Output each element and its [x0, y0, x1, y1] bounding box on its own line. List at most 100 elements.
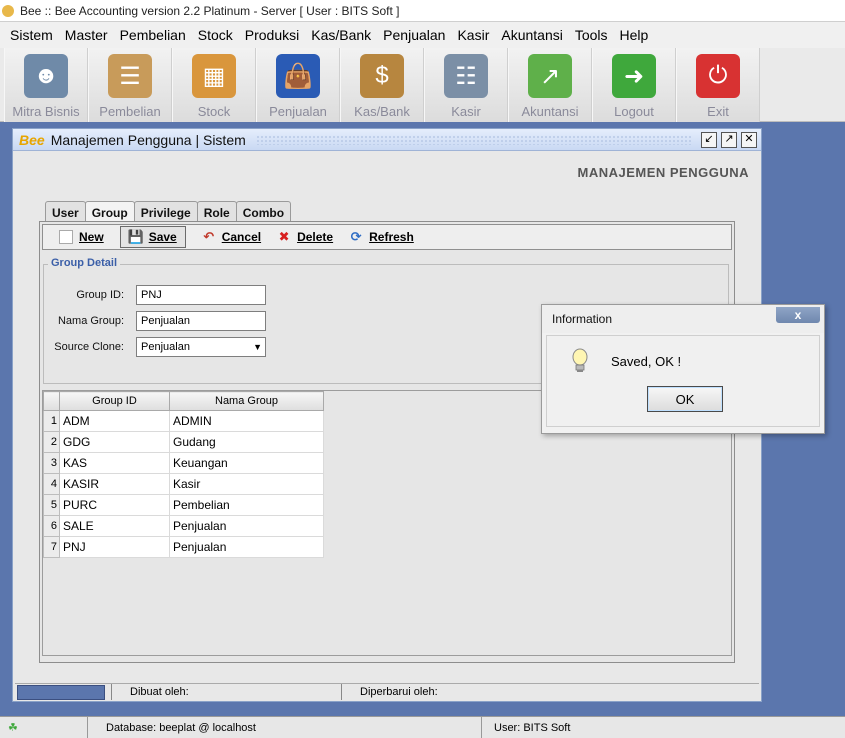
close-icon[interactable]: ✕: [741, 131, 757, 148]
save-button[interactable]: 💾 Save: [119, 226, 186, 248]
cancel-button[interactable]: ↶ Cancel: [202, 226, 261, 248]
refresh-button[interactable]: ⟳ Refresh: [349, 226, 414, 248]
chevron-down-icon: ▼: [253, 342, 262, 352]
table-row[interactable]: 2 GDG Gudang: [43, 431, 324, 453]
window-titlebar: Bee :: Bee Accounting version 2.2 Platin…: [0, 0, 845, 22]
maximize-icon[interactable]: ↗: [721, 131, 737, 148]
table-row[interactable]: 5 PURC Pembelian: [43, 494, 324, 516]
tab-privilege[interactable]: Privilege: [133, 201, 198, 223]
main-toolbar: ☻ Mitra Bisnis ☰ Pembelian ▦ Stock 👜 Pen…: [0, 48, 845, 122]
new-button[interactable]: New: [59, 226, 104, 248]
cell-nama-group[interactable]: Pembelian: [169, 494, 324, 516]
leaf-icon: ☘: [8, 722, 18, 734]
table-row[interactable]: 7 PNJ Penjualan: [43, 536, 324, 558]
frame-titlebar: Bee Manajemen Pengguna | Sistem ↙ ↗ ✕: [13, 129, 761, 151]
table-row[interactable]: 3 KAS Keuangan: [43, 452, 324, 474]
ok-button[interactable]: OK: [647, 386, 723, 412]
menu-tools[interactable]: Tools: [569, 27, 614, 43]
source-clone-value: Penjualan: [141, 341, 190, 353]
menu-akuntansi[interactable]: Akuntansi: [495, 27, 568, 43]
cell-group-id[interactable]: ADM: [59, 410, 170, 432]
menu-kas-bank[interactable]: Kas/Bank: [305, 27, 377, 43]
nama-group-row: Nama Group: Penjualan: [44, 311, 266, 331]
row-number: 5: [43, 494, 60, 516]
dialog-title: Information: [552, 312, 613, 326]
tab-strip: User Group Privilege Role Combo: [45, 201, 292, 223]
menu-sistem[interactable]: Sistem: [4, 27, 59, 43]
nama-group-input[interactable]: Penjualan: [136, 311, 266, 331]
dialog-message: Saved, OK !: [611, 354, 682, 369]
updated-by: Diperbarui oleh:: [341, 684, 741, 700]
cell-group-id[interactable]: GDG: [59, 431, 170, 453]
frame-status-bar: Dibuat oleh: Diperbarui oleh:: [15, 683, 759, 700]
cell-nama-group[interactable]: Penjualan: [169, 536, 324, 558]
toolbar-label: Pembelian: [99, 104, 161, 119]
logout-icon: ➜: [612, 54, 656, 98]
menu-produksi[interactable]: Produksi: [239, 27, 305, 43]
bee-logo: Bee: [19, 131, 45, 148]
toolbar-penjualan-button[interactable]: 👜 Penjualan: [256, 48, 340, 122]
cell-group-id[interactable]: PNJ: [59, 536, 170, 558]
toolbar-label: Penjualan: [269, 104, 327, 119]
cell-nama-group[interactable]: Kasir: [169, 473, 324, 495]
toolbar-exit-button[interactable]: ⏻ Exit: [676, 48, 760, 122]
toolbar-pembelian-button[interactable]: ☰ Pembelian: [88, 48, 172, 122]
group-id-label: Group ID:: [76, 289, 124, 301]
menu-penjualan[interactable]: Penjualan: [377, 27, 451, 43]
menu-pembelian[interactable]: Pembelian: [114, 27, 192, 43]
table-row[interactable]: 1 ADM ADMIN: [43, 410, 324, 432]
cell-group-id[interactable]: SALE: [59, 515, 170, 537]
column-header-group-id[interactable]: Group ID: [59, 391, 170, 411]
row-number: 1: [43, 410, 60, 432]
toolbar-label: Akuntansi: [521, 104, 579, 119]
row-number: 7: [43, 536, 60, 558]
app-status-bar: ☘ Database: beeplat @ localhost User: BI…: [0, 716, 845, 738]
nama-group-label: Nama Group:: [57, 315, 124, 327]
toolbar-logout-button[interactable]: ➜ Logout: [592, 48, 676, 122]
row-number: 4: [43, 473, 60, 495]
source-clone-select[interactable]: Penjualan ▼: [136, 337, 266, 357]
boxes-icon: ▦: [192, 54, 236, 98]
tab-group[interactable]: Group: [84, 201, 135, 223]
menu-help[interactable]: Help: [614, 27, 655, 43]
window-title: Bee :: Bee Accounting version 2.2 Platin…: [20, 3, 400, 18]
dialog-titlebar: Information x: [542, 305, 824, 333]
group-table: Group ID Nama Group 1 ADM ADMIN 2 GDG Gu…: [43, 391, 324, 558]
cell-nama-group[interactable]: ADMIN: [169, 410, 324, 432]
toolbar-akuntansi-button[interactable]: ↗ Akuntansi: [508, 48, 592, 122]
tab-role[interactable]: Role: [196, 201, 237, 223]
dialog-body: Saved, OK ! OK: [546, 335, 820, 427]
cell-group-id[interactable]: PURC: [59, 494, 170, 516]
tab-combo[interactable]: Combo: [235, 201, 292, 223]
toolbar-mitra-bisnis-button[interactable]: ☻ Mitra Bisnis: [4, 48, 88, 122]
menu-master[interactable]: Master: [59, 27, 114, 43]
menu-stock[interactable]: Stock: [192, 27, 239, 43]
partners-icon: ☻: [24, 54, 68, 98]
cancel-label: Cancel: [221, 230, 262, 244]
delete-x-icon: ✖: [278, 229, 290, 244]
toolbar-kas-bank-button[interactable]: $ Kas/Bank: [340, 48, 424, 122]
menu-kasir[interactable]: Kasir: [451, 27, 495, 43]
column-header-nama-group[interactable]: Nama Group: [169, 391, 324, 411]
row-number: 6: [43, 515, 60, 537]
table-row[interactable]: 4 KASIR Kasir: [43, 473, 324, 495]
shopping-bag-icon: 👜: [276, 54, 320, 98]
cell-group-id[interactable]: KASIR: [59, 473, 170, 495]
delete-button[interactable]: ✖ Delete: [277, 226, 333, 248]
cell-nama-group[interactable]: Keuangan: [169, 452, 324, 474]
source-clone-row: Source Clone: Penjualan ▼: [44, 337, 266, 357]
toolbar-stock-button[interactable]: ▦ Stock: [172, 48, 256, 122]
cart-icon: ☷: [444, 54, 488, 98]
cell-nama-group[interactable]: Penjualan: [169, 515, 324, 537]
minimize-icon[interactable]: ↙: [701, 131, 717, 148]
table-row[interactable]: 6 SALE Penjualan: [43, 515, 324, 537]
group-id-input[interactable]: PNJ: [136, 285, 266, 305]
tab-user[interactable]: User: [45, 201, 86, 223]
titlebar-grip: [255, 134, 691, 145]
power-icon: ⏻: [696, 54, 740, 98]
dialog-close-button[interactable]: x: [776, 307, 820, 323]
status-indicator: [17, 685, 105, 700]
cell-group-id[interactable]: KAS: [59, 452, 170, 474]
cell-nama-group[interactable]: Gudang: [169, 431, 324, 453]
toolbar-kasir-button[interactable]: ☷ Kasir: [424, 48, 508, 122]
